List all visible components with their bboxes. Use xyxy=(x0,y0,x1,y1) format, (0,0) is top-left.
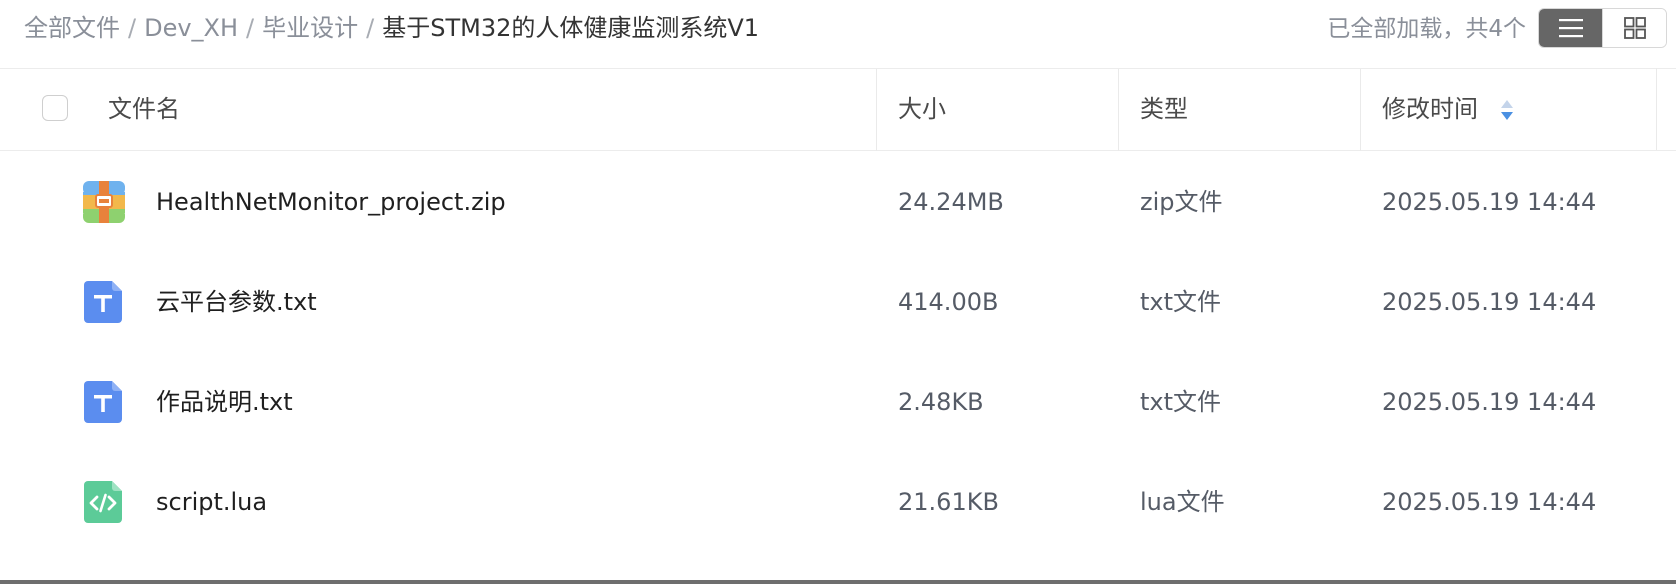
list-view-button[interactable] xyxy=(1539,9,1602,47)
breadcrumb-item-graduation-design[interactable]: 毕业设计 xyxy=(262,14,358,42)
file-modified-time: 2025.05.19 14:44 xyxy=(1382,288,1597,316)
header-modified-time[interactable]: 修改时间 xyxy=(1382,93,1478,125)
select-all-checkbox[interactable] xyxy=(42,95,68,121)
file-modified-time: 2025.05.19 14:44 xyxy=(1382,388,1597,416)
file-type: lua文件 xyxy=(1140,488,1225,516)
breadcrumb-current-folder: 基于STM32的人体健康监测系统V1 xyxy=(382,14,760,42)
file-modified-time: 2025.05.19 14:44 xyxy=(1382,488,1597,516)
table-header: 文件名 大小 类型 修改时间 xyxy=(0,68,1676,151)
code-file-icon xyxy=(84,481,122,523)
file-size: 414.00B xyxy=(898,288,999,316)
txt-file-icon xyxy=(84,381,122,423)
file-name[interactable]: HealthNetMonitor_project.zip xyxy=(156,186,506,218)
file-name[interactable]: 云平台参数.txt xyxy=(156,286,317,318)
file-name[interactable]: 作品说明.txt xyxy=(156,386,293,418)
top-bar: 全部文件 / Dev_XH / 毕业设计 / 基于STM32的人体健康监测系统V1 已全部加… xyxy=(0,0,1676,68)
file-modified-time: 2025.05.19 14:44 xyxy=(1382,188,1597,216)
file-type: txt文件 xyxy=(1140,388,1222,416)
breadcrumb-separator: / xyxy=(128,14,137,42)
table-row[interactable]: 云平台参数.txt 414.00B txt文件 2025.05.19 14:44 xyxy=(0,252,1676,352)
grid-view-button[interactable] xyxy=(1602,9,1666,47)
breadcrumb: 全部文件 / Dev_XH / 毕业设计 / 基于STM32的人体健康监测系统V1 xyxy=(24,12,759,44)
column-divider[interactable] xyxy=(1118,69,1119,151)
breadcrumb-separator: / xyxy=(246,14,255,42)
column-divider[interactable] xyxy=(876,69,877,151)
zip-file-icon xyxy=(83,181,125,223)
breadcrumb-item-all-files[interactable]: 全部文件 xyxy=(24,14,120,42)
header-size[interactable]: 大小 xyxy=(898,93,946,125)
file-size: 24.24MB xyxy=(898,188,1004,216)
column-divider[interactable] xyxy=(1360,69,1361,151)
breadcrumb-item-dev-xh[interactable]: Dev_XH xyxy=(144,14,238,42)
view-toggle xyxy=(1538,8,1667,48)
file-name[interactable]: script.lua xyxy=(156,486,267,518)
table-row[interactable]: HealthNetMonitor_project.zip 24.24MB zip… xyxy=(0,152,1676,252)
breadcrumb-separator: / xyxy=(366,14,375,42)
file-size: 2.48KB xyxy=(898,388,984,416)
table-row[interactable]: 作品说明.txt 2.48KB txt文件 2025.05.19 14:44 xyxy=(0,352,1676,452)
column-divider xyxy=(1656,68,1657,150)
sort-icon[interactable] xyxy=(1500,99,1514,121)
grid-view-icon xyxy=(1623,17,1646,39)
file-size: 21.61KB xyxy=(898,488,999,516)
header-type[interactable]: 类型 xyxy=(1140,93,1188,125)
panel-bottom-border xyxy=(0,580,1676,584)
load-status-text: 已全部加载，共4个 xyxy=(1327,16,1526,42)
file-type: txt文件 xyxy=(1140,288,1222,316)
txt-file-icon xyxy=(84,281,122,323)
table-row[interactable]: script.lua 21.61KB lua文件 2025.05.19 14:4… xyxy=(0,452,1676,552)
list-view-icon xyxy=(1558,19,1583,38)
header-file-name[interactable]: 文件名 xyxy=(108,93,180,125)
file-type: zip文件 xyxy=(1140,188,1223,216)
